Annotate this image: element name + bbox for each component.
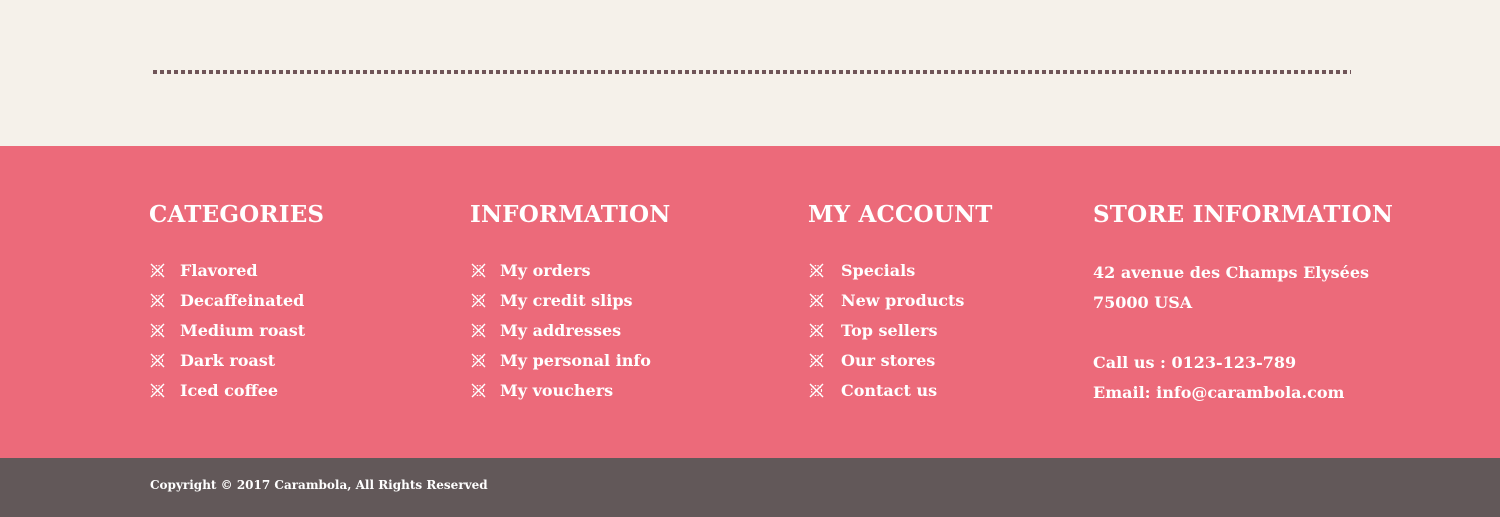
footer-link-label: Iced coffee (180, 380, 279, 400)
crossed-circle-icon (149, 322, 166, 339)
crossed-circle-icon (470, 262, 487, 279)
crossed-circle-icon (470, 382, 487, 399)
footer-main: CATEGORIES Flavored Decaffeinated Medium… (0, 146, 1500, 458)
footer-link-contact-us[interactable]: Contact us (808, 375, 993, 405)
crossed-circle-icon (808, 352, 825, 369)
footer-link-our-stores[interactable]: Our stores (808, 345, 993, 375)
footer-column-my-account: MY ACCOUNT Specials New products Top sel… (808, 199, 993, 405)
crossed-circle-icon (470, 292, 487, 309)
copyright-text: Copyright © 2017 Carambola, All Rights R… (150, 478, 488, 492)
footer-link-label: Dark roast (180, 350, 276, 370)
footer-link-my-personal-info[interactable]: My personal info (470, 345, 670, 375)
footer-link-medium-roast[interactable]: Medium roast (149, 315, 324, 345)
footer-link-label: Medium roast (180, 320, 306, 340)
my-account-list: Specials New products Top sellers Our st… (808, 255, 993, 405)
footer-column-information: INFORMATION My orders My credit slips My… (470, 199, 670, 405)
footer-link-iced-coffee[interactable]: Iced coffee (149, 375, 324, 405)
footer-link-my-credit-slips[interactable]: My credit slips (470, 285, 670, 315)
footer-link-label: Top sellers (841, 320, 938, 340)
crossed-circle-icon (808, 262, 825, 279)
crossed-circle-icon (149, 292, 166, 309)
top-section (0, 0, 1500, 146)
footer-link-label: Decaffeinated (180, 290, 305, 310)
footer-link-flavored[interactable]: Flavored (149, 255, 324, 285)
footer-link-my-vouchers[interactable]: My vouchers (470, 375, 670, 405)
store-email-link[interactable]: Email: info@carambola.com (1093, 378, 1393, 408)
footer-link-decaffeinated[interactable]: Decaffeinated (149, 285, 324, 315)
crossed-circle-icon (149, 352, 166, 369)
footer-link-dark-roast[interactable]: Dark roast (149, 345, 324, 375)
crossed-circle-icon (808, 322, 825, 339)
information-heading: INFORMATION (470, 201, 671, 228)
footer-link-label: Flavored (180, 260, 258, 280)
footer-link-my-orders[interactable]: My orders (470, 255, 670, 285)
footer-link-label: My personal info (500, 350, 651, 370)
footer-link-label: My vouchers (500, 380, 614, 400)
footer-link-label: New products (841, 290, 965, 310)
crossed-circle-icon (808, 292, 825, 309)
crossed-circle-icon (149, 262, 166, 279)
footer-link-label: My addresses (500, 320, 622, 340)
crossed-circle-icon (149, 382, 166, 399)
footer-link-specials[interactable]: Specials (808, 255, 993, 285)
categories-list: Flavored Decaffeinated Medium roast Dark… (149, 255, 324, 405)
footer-link-my-addresses[interactable]: My addresses (470, 315, 670, 345)
store-address-line-1: 42 avenue des Champs Elysées (1093, 263, 1370, 282)
footer-column-store-information: STORE INFORMATION 42 avenue des Champs E… (1093, 199, 1393, 408)
footer-link-top-sellers[interactable]: Top sellers (808, 315, 993, 345)
crossed-circle-icon (470, 322, 487, 339)
store-phone: Call us : 0123-123-789 (1093, 353, 1297, 372)
footer-link-label: My credit slips (500, 290, 633, 310)
crossed-circle-icon (808, 382, 825, 399)
footer-bottom-bar: Copyright © 2017 Carambola, All Rights R… (0, 458, 1500, 517)
categories-heading: CATEGORIES (149, 201, 325, 228)
footer-column-categories: CATEGORIES Flavored Decaffeinated Medium… (149, 199, 324, 405)
crossed-circle-icon (470, 352, 487, 369)
footer-link-label: My orders (500, 260, 591, 280)
footer-link-label: Specials (841, 260, 916, 280)
information-list: My orders My credit slips My addresses M… (470, 255, 670, 405)
footer-link-label: Contact us (841, 380, 938, 400)
footer-link-label: Our stores (841, 350, 936, 370)
store-details: 42 avenue des Champs Elysées 75000 USA C… (1093, 258, 1393, 408)
footer-link-new-products[interactable]: New products (808, 285, 993, 315)
my-account-heading: MY ACCOUNT (808, 201, 993, 228)
store-information-heading: STORE INFORMATION (1093, 201, 1394, 228)
dotted-divider (153, 70, 1351, 74)
store-address-line-2: 75000 USA (1093, 293, 1193, 312)
